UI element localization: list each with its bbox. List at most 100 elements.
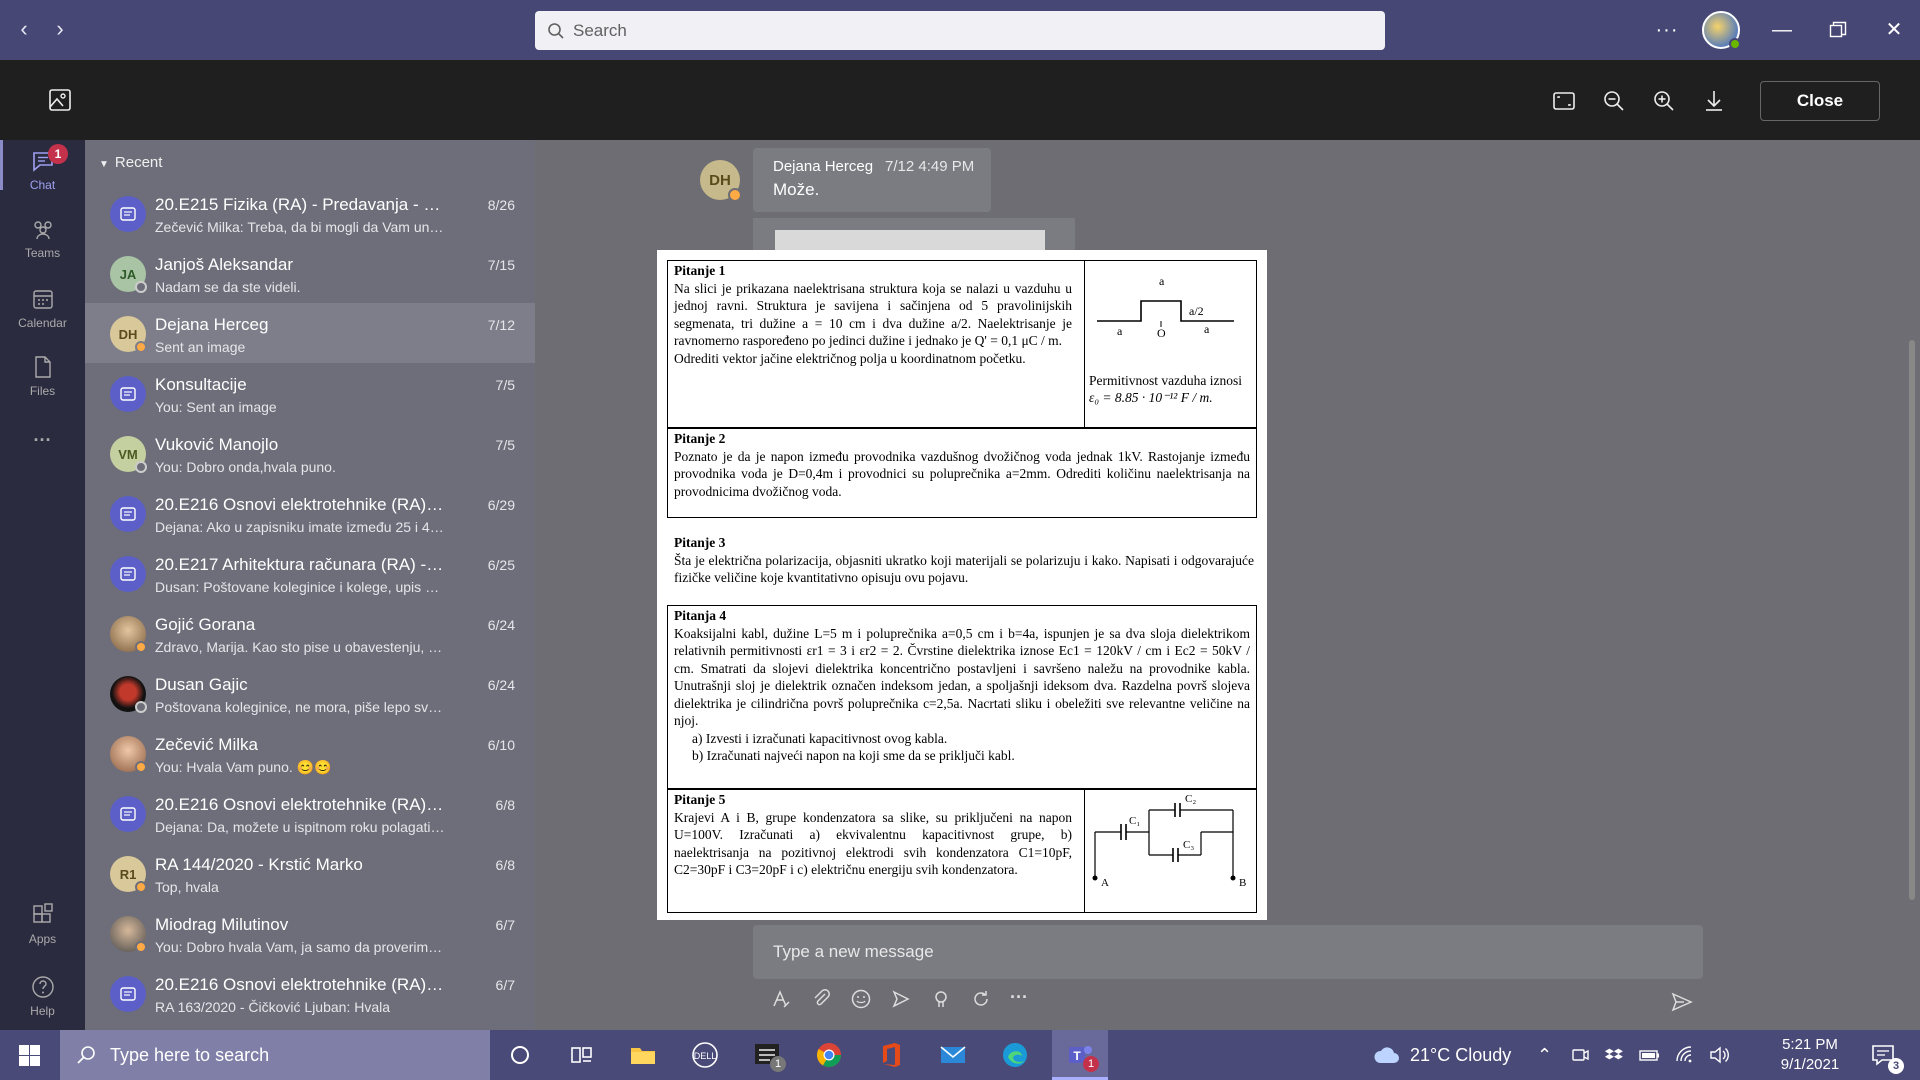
tray-icons: ⌃ xyxy=(1537,1030,1730,1080)
question-text: Krajevi A i B, grupe kondenzatora sa sli… xyxy=(674,809,1072,878)
chat-row[interactable]: JA Janjoš Aleksandar Nadam se da ste vid… xyxy=(85,243,535,303)
taskbar-search-input[interactable]: Type here to search xyxy=(60,1030,490,1080)
dropbox-icon[interactable] xyxy=(1604,1045,1624,1065)
mail-icon[interactable] xyxy=(938,1040,968,1070)
profile-avatar[interactable] xyxy=(1702,11,1741,50)
chat-name: Gojić Gorana xyxy=(155,615,256,634)
chat-row[interactable]: Miodrag Milutinov You: Dobro hvala Vam, … xyxy=(85,903,535,963)
chat-row[interactable]: 20.E216 Osnovi elektrotehnike (RA) - Au.… xyxy=(85,963,535,1023)
format-icon[interactable] xyxy=(770,988,792,1010)
rail-item-calendar[interactable]: Calendar xyxy=(0,286,85,330)
chat-date: 6/24 xyxy=(487,617,515,633)
zoom-in-icon[interactable] xyxy=(1651,88,1677,114)
attach-icon[interactable] xyxy=(810,988,832,1010)
chat-name: Konsultacije xyxy=(155,375,247,394)
chrome-icon[interactable] xyxy=(814,1040,844,1070)
forward-arrow-icon[interactable]: › xyxy=(48,18,72,42)
rail-item-apps[interactable]: Apps xyxy=(0,902,85,946)
capacitor-label: C₂ xyxy=(1185,793,1196,805)
chat-preview: Top, hvala xyxy=(155,879,219,895)
question-title: Pitanja 4 xyxy=(674,608,727,623)
chat-row[interactable]: Dusan Gajic Poštovana koleginice, ne mor… xyxy=(85,663,535,723)
praise-icon[interactable] xyxy=(930,988,952,1010)
chat-row[interactable]: Zečević Milka You: Hvala Vam puno. 😊😊 6/… xyxy=(85,723,535,783)
search-input[interactable]: Search xyxy=(535,11,1385,50)
chat-preview: Poštovana koleginice, ne mora, piše lepo… xyxy=(155,699,445,715)
virtual-desktop-app-icon[interactable]: 1 xyxy=(752,1040,786,1072)
presence-offline-icon xyxy=(135,701,147,713)
rail-item-help[interactable]: Help xyxy=(0,974,85,1018)
svg-text:DELL: DELL xyxy=(694,1051,717,1061)
chat-row[interactable]: Konsultacije You: Sent an image 7/5 xyxy=(85,363,535,423)
compose-box[interactable]: Type a new message xyxy=(753,925,1703,979)
notification-center-button[interactable]: 3 xyxy=(1866,1040,1906,1074)
close-window-button[interactable]: ✕ xyxy=(1878,14,1910,46)
download-icon[interactable] xyxy=(1701,88,1727,114)
rail-more-button[interactable]: ··· xyxy=(0,430,85,451)
zoom-out-icon[interactable] xyxy=(1601,88,1627,114)
chat-name: Dejana Herceg xyxy=(155,315,269,334)
show-hidden-icons-chevron-up-icon[interactable]: ⌃ xyxy=(1537,1045,1552,1066)
teams-taskbar-button[interactable]: T 1 xyxy=(1052,1030,1108,1080)
clock-date: 9/1/2021 xyxy=(1780,1056,1840,1073)
presence-away-icon xyxy=(135,761,147,773)
chat-row-selected[interactable]: DH Dejana Herceg Sent an image 7/12 xyxy=(85,303,535,363)
loop-icon[interactable] xyxy=(970,988,992,1010)
image-attachment-thumbnail[interactable] xyxy=(753,218,1075,252)
chat-row[interactable]: R1 RA 144/2020 - Krstić Marko Top, hvala… xyxy=(85,843,535,903)
chat-preview: Zečević Milka: Treba, da bi mogli da Vam… xyxy=(155,219,445,235)
chat-row[interactable]: 20.E215 Fizika (RA) - Predavanja - gr. P… xyxy=(85,183,535,243)
chat-date: 6/25 xyxy=(487,557,515,573)
windows-start-icon[interactable] xyxy=(19,1045,40,1066)
chat-row[interactable]: VM Vuković Manojlo You: Dobro onda,hvala… xyxy=(85,423,535,483)
app-rail: Chat 1 Teams Calendar Files ··· Apps Hel… xyxy=(0,140,85,1030)
chat-date: 7/5 xyxy=(495,377,515,393)
rail-item-chat[interactable]: Chat 1 xyxy=(0,144,85,192)
figure-label: a xyxy=(1117,324,1123,338)
message-bubble: Dejana Herceg 7/12 4:49 PM Može. xyxy=(753,148,991,212)
back-arrow-icon[interactable]: ‹ xyxy=(12,18,36,42)
wifi-icon[interactable] xyxy=(1674,1045,1694,1065)
presence-away-icon xyxy=(135,881,147,893)
fit-to-screen-icon[interactable] xyxy=(1551,88,1577,114)
restore-button[interactable] xyxy=(1822,14,1854,46)
taskbar: Type here to search DELL 1 T 1 21°C Clou… xyxy=(0,1030,1920,1080)
rail-chat-label: Chat xyxy=(29,178,56,192)
sender-avatar: DH xyxy=(700,160,742,202)
calendar-icon xyxy=(32,290,53,309)
more-compose-options[interactable]: ··· xyxy=(1010,988,1028,1012)
rail-item-teams[interactable]: Teams xyxy=(0,216,85,260)
question-5-box: Pitanje 5 Krajevi A i B, grupe kondenzat… xyxy=(667,789,1257,913)
chat-row[interactable]: 20.E217 Arhitektura računara (RA) - Pre.… xyxy=(85,543,535,603)
recent-section-header[interactable]: ▼ Recent xyxy=(99,154,162,171)
emoji-icon[interactable] xyxy=(850,988,872,1010)
scrollbar[interactable] xyxy=(1909,340,1915,900)
presence-away-icon xyxy=(135,341,147,353)
rail-apps-label: Apps xyxy=(28,932,57,946)
weather-widget[interactable]: 21°C Cloudy xyxy=(1372,1030,1511,1080)
edge-icon[interactable] xyxy=(1000,1040,1030,1070)
task-view-icon[interactable] xyxy=(566,1040,596,1070)
presence-away-icon xyxy=(135,941,147,953)
minimize-button[interactable]: — xyxy=(1766,14,1798,46)
meet-now-icon[interactable] xyxy=(1570,1045,1590,1065)
system-clock[interactable]: 5:21 PM 9/1/2021 xyxy=(1770,1035,1850,1075)
cortana-icon[interactable] xyxy=(505,1040,535,1070)
office-icon[interactable] xyxy=(876,1040,906,1070)
question-subtask: a) Izvesti i izračunati kapacitivnost ov… xyxy=(692,730,948,746)
rail-files-label: Files xyxy=(29,384,56,398)
chat-row[interactable]: 20.E216 Osnovi elektrotehnike (RA) - Pr.… xyxy=(85,483,535,543)
chat-row[interactable]: 20.E216 Osnovi elektrotehnike (RA) - Pre… xyxy=(85,783,535,843)
battery-icon[interactable] xyxy=(1638,1045,1660,1065)
close-viewer-button[interactable]: Close xyxy=(1760,81,1880,121)
file-explorer-icon[interactable] xyxy=(628,1040,658,1070)
files-icon xyxy=(34,356,51,378)
rail-item-files[interactable]: Files xyxy=(0,354,85,398)
dell-icon[interactable]: DELL xyxy=(690,1040,720,1070)
figure-label: a/2 xyxy=(1189,304,1204,318)
send-icon[interactable] xyxy=(1670,990,1694,1014)
volume-icon[interactable] xyxy=(1708,1045,1730,1065)
gif-icon[interactable] xyxy=(890,988,912,1010)
chat-row[interactable]: Gojić Gorana Zdravo, Marija. Kao sto pis… xyxy=(85,603,535,663)
more-options-button[interactable]: ··· xyxy=(1651,14,1683,46)
